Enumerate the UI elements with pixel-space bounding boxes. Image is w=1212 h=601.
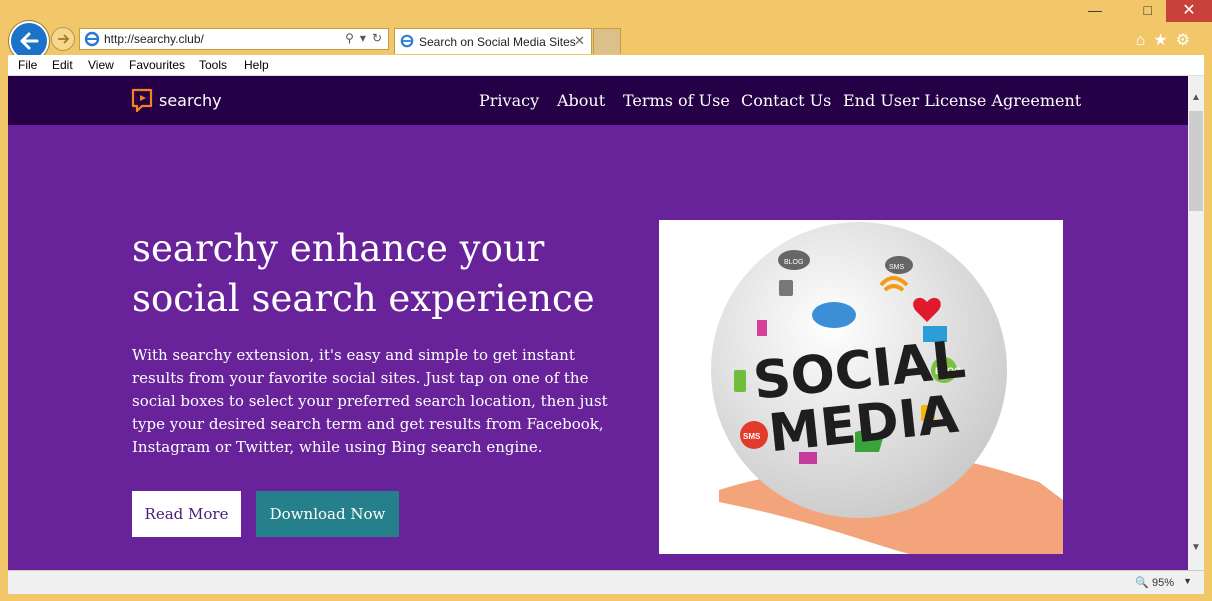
web-page: searchy Privacy About Terms of Use Conta… [8,76,1188,570]
menu-file[interactable]: File [18,58,37,72]
window-close-button[interactable]: ✕ [1166,0,1212,22]
nav-contact[interactable]: Contact Us [741,91,831,110]
menu-favourites[interactable]: Favourites [129,58,185,72]
nav-about[interactable]: About [557,91,605,110]
back-arrow-icon [20,32,39,50]
scroll-up-icon[interactable]: ▲ [1191,92,1201,103]
blog-badge-top: BLOG [784,259,803,266]
scroll-down-icon[interactable]: ▼ [1191,542,1201,553]
menu-tools[interactable]: Tools [199,58,227,72]
site-navbar: searchy Privacy About Terms of Use Conta… [8,76,1188,125]
menu-edit[interactable]: Edit [52,58,73,72]
sms-badge-top: SMS [889,264,905,271]
menu-help[interactable]: Help [244,58,269,72]
menu-view[interactable]: View [88,58,114,72]
status-bar: 🔍 95% ▼ [8,570,1204,594]
zoom-level[interactable]: 🔍 95% [1135,576,1174,589]
maximize-button[interactable]: □ [1144,2,1152,18]
zoom-value: 95% [1151,577,1174,589]
logo-text[interactable]: searchy [159,91,222,110]
nav-privacy[interactable]: Privacy [479,91,539,110]
minimize-button[interactable]: — [1088,2,1102,18]
searchy-logo-icon[interactable] [131,88,155,114]
menu-bar: File Edit View Favourites Tools Help [8,55,1204,76]
refresh-icon[interactable]: ↻ [372,31,382,45]
url-text: http://searchy.club/ [104,32,204,46]
scroll-thumb[interactable] [1189,111,1203,211]
social-media-image: BLOG SMS BLOG SMS SOCIAL MEDIA [659,220,1063,554]
tab-close-icon[interactable]: ✕ [574,33,585,49]
home-icon[interactable]: ⌂ [1136,32,1154,49]
vertical-scrollbar[interactable]: ▲ ▼ [1188,76,1204,570]
social-media-globe-illustration: BLOG SMS BLOG SMS SOCIAL MEDIA [711,222,1063,554]
search-icon[interactable]: ⚲ [345,31,354,45]
forward-button[interactable] [51,27,75,51]
tab-active[interactable]: Search on Social Media Sites ✕ [394,28,592,54]
forward-arrow-icon [58,34,70,44]
hero-description: With searchy extension, it's easy and si… [132,346,608,456]
favorites-star-icon[interactable]: ★ [1153,32,1175,49]
new-tab-button[interactable] [593,28,621,54]
dropdown-icon[interactable]: ▾ [360,31,366,45]
nav-terms[interactable]: Terms of Use [623,91,730,110]
zoom-dropdown-icon[interactable]: ▼ [1183,576,1192,586]
tab-title: Search on Social Media Sites [419,35,576,49]
address-bar[interactable]: http://searchy.club/ ⚲ ▾ ↻ [79,28,389,50]
hero-title: searchy enhance your social search exper… [132,224,652,324]
download-now-button[interactable]: Download Now [256,491,399,537]
sms-badge-left: SMS [743,432,761,441]
settings-gear-icon[interactable]: ⚙ [1176,32,1198,49]
hero-title-line2: social search experience [132,277,595,320]
nav-eula[interactable]: End User License Agreement [843,91,1081,110]
read-more-button[interactable]: Read More [132,491,241,537]
hero-title-line1: searchy enhance your [132,227,545,270]
browser-window: — □ ✕ http://searchy.club/ ⚲ ▾ ↻ Search on… [0,0,1212,601]
tab-ie-icon [400,34,414,48]
ie-icon [84,31,100,47]
